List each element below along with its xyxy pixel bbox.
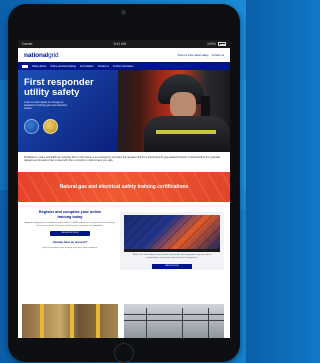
national-grid-logo[interactable]: nationalgrid	[24, 52, 59, 59]
tablet-screen: Carrier 9:41 AM 100% nationalgrid Find o…	[18, 40, 230, 338]
certification-badge-icon	[24, 119, 39, 134]
hero-title: First responder utility safety	[24, 78, 94, 98]
intro-paragraph: Firefighters, police and EMS are typical…	[24, 156, 220, 163]
substation-photo	[124, 304, 224, 338]
hero-title-line-2: utility safety	[24, 87, 80, 98]
site-header: nationalgrid Find out more about safety …	[18, 48, 230, 62]
hero-subtitle: Learn to work safely in emergency situat…	[24, 101, 68, 111]
reflective-stripe	[156, 130, 216, 134]
nav-item-further-info[interactable]: Further information	[113, 65, 133, 68]
power-wire	[124, 314, 224, 315]
tablet-device: Carrier 9:41 AM 100% nationalgrid Find o…	[8, 4, 240, 363]
home-button[interactable]	[114, 343, 134, 363]
nav-item-contact[interactable]: Contact us	[98, 65, 109, 68]
nav-item-accreditation[interactable]: Accreditation	[80, 65, 94, 68]
register-body: Anyone employed as a firefighter, police…	[24, 222, 116, 228]
power-tower	[208, 308, 209, 338]
gas-pipe	[96, 304, 100, 338]
time-label: 9:41 AM	[113, 42, 127, 46]
accreditation-seal-icon	[43, 119, 58, 134]
status-right: 100%	[207, 42, 226, 46]
hero-badges	[24, 119, 58, 134]
header-link-safety[interactable]: Find out more about safety	[178, 54, 209, 57]
register-title-line-2: training today	[57, 214, 83, 219]
video-caption: Watch this short video to learn about th…	[132, 254, 212, 259]
logo-main: national	[24, 51, 49, 59]
battery-icon	[218, 42, 226, 46]
gas-pipe	[40, 304, 44, 338]
carrier-label: Carrier	[22, 42, 33, 46]
nav-item-safety-advice[interactable]: Safety advice	[32, 65, 46, 68]
video-controls-bar[interactable]	[124, 249, 220, 252]
power-tower	[182, 308, 183, 338]
register-panel: Register and complete your online traini…	[24, 210, 116, 250]
register-title: Register and complete your online traini…	[24, 210, 116, 219]
login-subhead: Already have an account?	[52, 240, 88, 244]
video-panel: Watch this short video to learn about th…	[120, 212, 224, 270]
banner-title: Natural gas and electrical safety traini…	[59, 184, 189, 190]
login-body: Log in to continue your training or acce…	[42, 247, 98, 249]
bottom-photos	[18, 304, 230, 338]
nav-item-online-training[interactable]: Online electrical training	[50, 65, 76, 68]
main-navigation: Safety advice Online electrical training…	[18, 62, 230, 70]
hero-section: First responder utility safety Learn to …	[18, 70, 230, 152]
register-section: Register and complete your online traini…	[18, 202, 230, 276]
camera-icon	[121, 10, 126, 15]
firefighter-coat	[144, 116, 230, 152]
firefighter-face	[170, 92, 196, 118]
header-link-contact[interactable]: Contact us	[212, 54, 224, 57]
gas-pipes-photo	[22, 304, 118, 338]
register-button[interactable]: REGISTER NOW	[50, 231, 90, 236]
training-banner[interactable]: Natural gas and electrical safety traini…	[18, 172, 230, 202]
watch-button[interactable]: WATCH NOW	[152, 264, 192, 269]
power-tower	[146, 308, 147, 338]
power-wire	[124, 320, 224, 321]
battery-label: 100%	[207, 42, 216, 46]
hamburger-menu-icon[interactable]	[22, 64, 28, 68]
gas-pipe	[70, 304, 74, 338]
header-links: Find out more about safety Contact us	[178, 54, 224, 57]
logo-accent: grid	[48, 51, 59, 59]
video-overlay	[124, 215, 220, 249]
status-bar: Carrier 9:41 AM 100%	[18, 40, 230, 48]
